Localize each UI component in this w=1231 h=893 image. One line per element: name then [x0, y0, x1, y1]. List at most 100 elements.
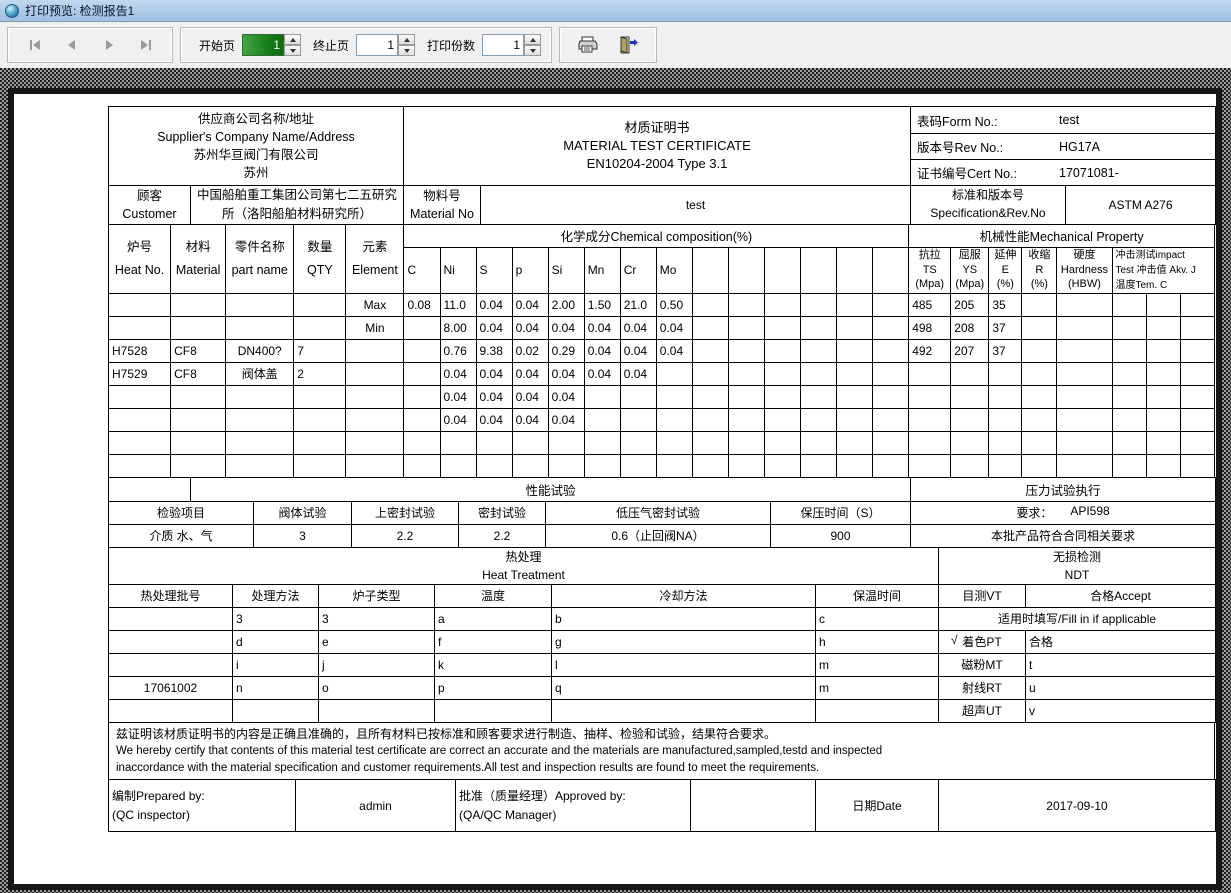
chem-value-cell [548, 454, 584, 477]
impact-value-cell [1146, 454, 1180, 477]
material-no-value: test [481, 186, 911, 225]
next-page-button[interactable] [92, 32, 125, 58]
mech-value-cell [1057, 454, 1112, 477]
chem-value-cell [837, 431, 873, 454]
ht-holding-cell: m [816, 676, 939, 699]
start-page-input[interactable]: 1 [242, 34, 284, 56]
chem-value-cell: 1.50 [584, 293, 620, 316]
chem-value-cell: 0.04 [476, 408, 512, 431]
ht-holding-cell [816, 699, 939, 722]
mech-header-line: TS [912, 263, 947, 278]
chem-value-cell [404, 431, 440, 454]
chem-value-cell [404, 362, 440, 385]
exit-button[interactable] [610, 31, 646, 59]
chem-value-cell [800, 385, 836, 408]
ndt-band-zh: 无损检测 [942, 548, 1212, 566]
ndt-vt-header: 目测VT [939, 584, 1026, 607]
chem-value-cell [837, 293, 873, 316]
end-page-input[interactable]: 1 [356, 34, 398, 56]
last-page-button[interactable] [129, 32, 162, 58]
chem-value-cell [728, 316, 764, 339]
chem-value-cell [764, 408, 800, 431]
chem-value-cell [837, 385, 873, 408]
mech-value-cell [1022, 339, 1057, 362]
first-page-button[interactable] [18, 32, 51, 58]
start-page-up-button[interactable] [284, 34, 301, 45]
medium-cell: 介质 水、气 [109, 524, 254, 547]
ht-data-row: 17061002nopqm射线RTu [109, 676, 1216, 699]
chem-value-cell: 21.0 [620, 293, 656, 316]
qty-cell [294, 408, 346, 431]
prepared-by-value: admin [296, 780, 456, 832]
chem-value-cell [656, 362, 692, 385]
header-row-2: 顾客 Customer 中国船舶重工集团公司第七二五研究所（洛阳船舶材料研究所）… [109, 186, 1216, 225]
element-symbol-cell: Cr [620, 247, 656, 293]
chem-value-cell: 0.04 [476, 362, 512, 385]
ht-batch-cell [109, 607, 233, 630]
chem-value-cell [800, 293, 836, 316]
material-no-label: 物料号 Material No [404, 186, 481, 225]
ndt-band: 无损检测 NDT [939, 547, 1216, 584]
chem-value-cell [584, 431, 620, 454]
heat-data-row: H7528CF8DN400?70.769.380.020.290.040.040… [109, 339, 1215, 362]
date-label: 日期Date [816, 780, 939, 832]
material-cell: CF8 [171, 339, 226, 362]
chem-value-cell [404, 385, 440, 408]
printer-icon [577, 35, 599, 55]
chem-value-cell [584, 385, 620, 408]
impact-value-cell [1112, 431, 1146, 454]
impact-value-cell [1180, 431, 1214, 454]
part-name-cell: 阀体盖 [226, 362, 294, 385]
part-name-cell: DN400? [226, 339, 294, 362]
chem-value-cell [800, 339, 836, 362]
ht-temperature-cell: a [435, 607, 552, 630]
ht-method-header: 处理方法 [233, 584, 319, 607]
mech-value-cell [909, 408, 951, 431]
mech-header-line: E [992, 263, 1018, 278]
chem-value-cell: 0.04 [476, 316, 512, 339]
certification-line-zh: 兹证明该材质证明书的内容是正确且准确的，且所有材料已按标准和顾客要求进行制造、抽… [116, 726, 1207, 743]
impact-value-cell [1112, 339, 1146, 362]
copies-input[interactable]: 1 [482, 34, 524, 56]
chem-value-cell [404, 339, 440, 362]
impact-value-cell [1180, 362, 1214, 385]
upper-seal-test-value: 2.2 [352, 524, 459, 547]
heat-data-row: Max0.0811.00.040.042.001.5021.00.5048520… [109, 293, 1215, 316]
copies-up-button[interactable] [524, 34, 541, 45]
material-no-label-zh: 物料号 [407, 187, 477, 205]
ht-batch-cell: 17061002 [109, 676, 233, 699]
chem-value-cell [620, 431, 656, 454]
chem-value-cell [692, 431, 728, 454]
end-page-up-button[interactable] [398, 34, 415, 45]
ht-temperature-cell: f [435, 630, 552, 653]
end-page-down-button[interactable] [398, 45, 415, 56]
print-button[interactable] [570, 31, 606, 59]
chem-value-cell: 0.04 [620, 362, 656, 385]
ht-holding-header: 保温时间 [816, 584, 939, 607]
part-name-cell [226, 431, 294, 454]
performance-band-row: 性能试验 压力试验执行 [109, 477, 1216, 501]
start-page-down-button[interactable] [284, 45, 301, 56]
chem-value-cell [764, 339, 800, 362]
qty-cell [294, 454, 346, 477]
chem-value-cell: 0.04 [476, 293, 512, 316]
ndt-method-label: 磁粉MT [961, 658, 1002, 672]
customer-label-zh: 顾客 [112, 187, 187, 205]
approved-by-line1: 批准（质量经理）Approved by: [459, 787, 687, 806]
limit-label-cell [346, 431, 404, 454]
form-info-block: 表码Form No.: test 版本号Rev No.: HG17A 证书编号C… [911, 107, 1216, 186]
heat-data-row [109, 431, 1215, 454]
mech-value-cell: 498 [909, 316, 951, 339]
mech-value-cell [989, 385, 1022, 408]
impact-value-cell [1112, 316, 1146, 339]
mech-header-line: Hardness [1060, 263, 1108, 278]
ht-method-cell: d [233, 630, 319, 653]
copies-down-button[interactable] [524, 45, 541, 56]
ht-band-row: 热处理 Heat Treatment 无损检测 NDT [109, 547, 1216, 584]
ndt-method-cell: 超声UT [939, 699, 1026, 722]
ht-temperature-cell [435, 699, 552, 722]
mech-header-line: 屈服 [954, 248, 985, 263]
date-value: 2017-09-10 [939, 780, 1216, 832]
prev-page-button[interactable] [55, 32, 88, 58]
certification-line-en-1: We hereby certify that contents of this … [116, 743, 1207, 760]
